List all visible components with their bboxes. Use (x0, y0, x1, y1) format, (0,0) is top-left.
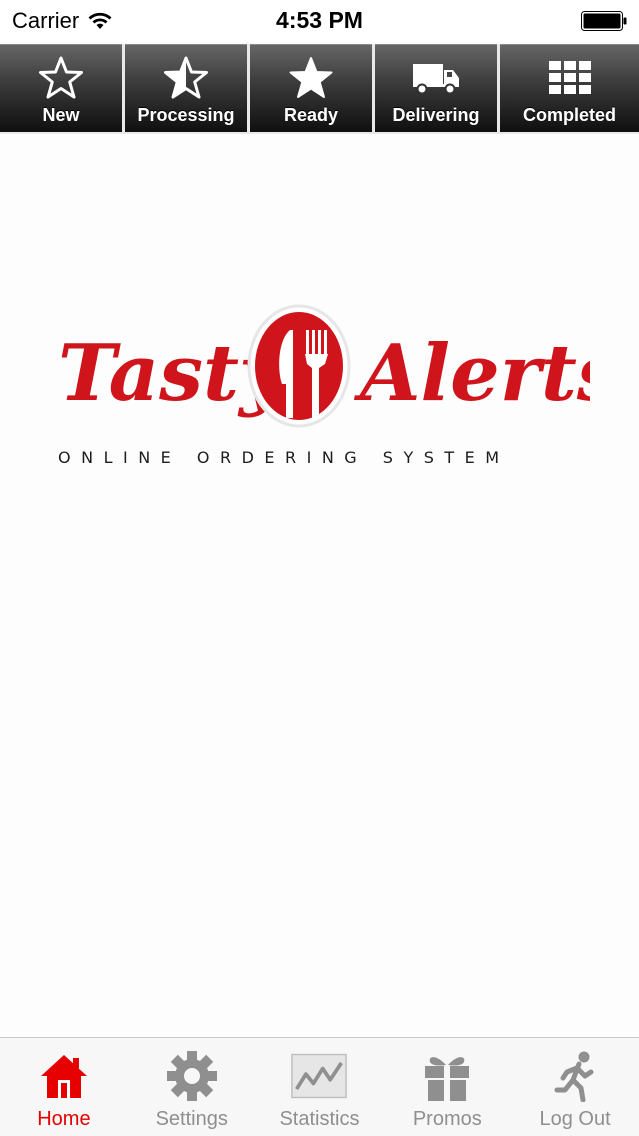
tab-log-out[interactable]: Log Out (511, 1038, 639, 1136)
star-outline-icon (36, 53, 86, 103)
tab-label: Log Out (539, 1108, 611, 1130)
star-half-icon (161, 53, 211, 103)
running-man-icon (547, 1048, 603, 1104)
tab-label: Statistics (279, 1108, 360, 1130)
battery-icon (581, 11, 627, 31)
tab-promos[interactable]: Promos (383, 1038, 511, 1136)
tab-label: Settings (155, 1108, 228, 1130)
tab-label: Completed (522, 105, 616, 125)
grid-icon (545, 53, 595, 103)
tab-label: New (42, 105, 80, 125)
tab-statistics[interactable]: Statistics (256, 1038, 384, 1136)
chart-icon (291, 1048, 348, 1104)
tab-processing[interactable]: Processing (125, 44, 247, 132)
tab-label: Home (37, 1108, 91, 1130)
tab-settings[interactable]: Settings (128, 1038, 256, 1136)
gear-icon (164, 1048, 220, 1104)
status-bar: Carrier 4:53 PM (0, 0, 639, 42)
tab-home[interactable]: Home (0, 1038, 128, 1136)
status-time: 4:53 PM (276, 7, 363, 33)
home-icon (36, 1048, 92, 1104)
svg-text:Alerts: Alerts (353, 328, 590, 419)
tab-completed[interactable]: Completed (500, 44, 639, 132)
order-status-tabs: New Processing Ready Delivering Complete… (0, 44, 639, 134)
tab-label: Processing (137, 105, 235, 125)
tab-ready[interactable]: Ready (250, 44, 372, 132)
star-filled-icon (286, 53, 336, 103)
tab-label: Promos (412, 1108, 482, 1130)
tab-new[interactable]: New (0, 44, 122, 132)
bottom-tab-bar: Home Settings Statistics Promos Log Out (0, 1037, 639, 1136)
app-screen: Carrier 4:53 PM New Processing Ready Del… (0, 0, 639, 1136)
gift-icon (419, 1048, 475, 1104)
tab-delivering[interactable]: Delivering (375, 44, 497, 132)
tab-label: Delivering (392, 105, 480, 125)
truck-icon (411, 53, 461, 103)
tab-label: Ready (283, 105, 339, 125)
logo-tagline: ONLINE ORDERING SYSTEM (58, 448, 510, 467)
